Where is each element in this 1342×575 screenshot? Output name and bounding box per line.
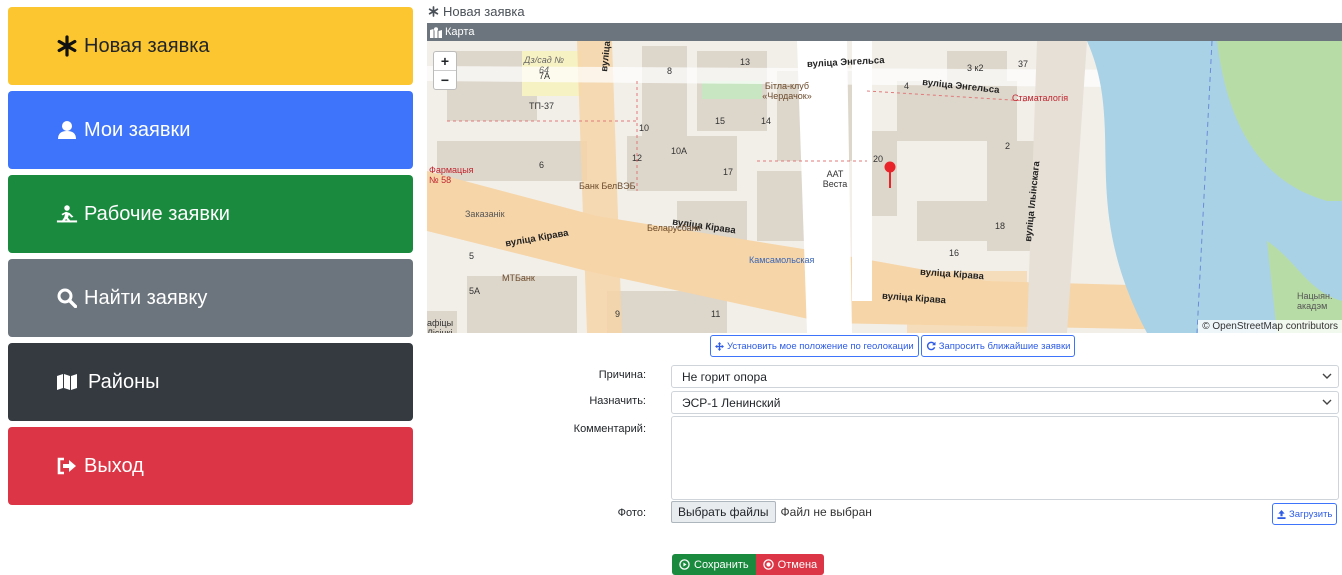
- page-title: Новая заявка: [428, 4, 525, 19]
- sidebar-item-logout[interactable]: Выход: [8, 427, 413, 505]
- comment-label: Комментарий:: [573, 423, 646, 435]
- chevron-down-icon: [1320, 369, 1334, 383]
- zoom-in-button[interactable]: +: [434, 52, 456, 70]
- reason-select[interactable]: Не горит опора: [671, 365, 1339, 388]
- user-icon: [56, 120, 78, 140]
- chevron-down-icon: [1320, 395, 1334, 409]
- search-icon: [56, 288, 78, 308]
- geolocate-button[interactable]: Установить мое положение по геолокации: [710, 335, 919, 357]
- photo-label: Фото:: [617, 507, 646, 519]
- sidebar-item-find-request[interactable]: Найти заявку: [8, 259, 413, 337]
- play-circle-icon: [679, 559, 690, 570]
- zoom-out-button[interactable]: −: [434, 70, 456, 89]
- sidebar-item-new-request[interactable]: Новая заявка: [8, 7, 413, 85]
- sidebar-item-label: Выход: [84, 454, 144, 477]
- map-icon: [56, 373, 78, 391]
- map-zoom-control: + −: [433, 51, 457, 90]
- arrows-icon: [715, 341, 724, 351]
- map-attribution[interactable]: © OpenStreetMap contributors: [1198, 320, 1342, 333]
- sidebar-item-label: Новая заявка: [84, 34, 210, 57]
- sidebar-item-label: Рабочие заявки: [84, 202, 230, 225]
- sign-out-icon: [56, 457, 78, 475]
- asterisk-icon: [56, 35, 78, 57]
- map-view[interactable]: вуліца Энгельса вуліца Энгельса вуліца К…: [427, 41, 1342, 333]
- upload-icon: [1277, 509, 1286, 519]
- upload-button[interactable]: Загрузить: [1272, 503, 1338, 525]
- sidebar-item-my-requests[interactable]: Мои заявки: [8, 91, 413, 169]
- choose-files-button[interactable]: Выбрать файлы: [671, 501, 776, 523]
- assign-select[interactable]: ЭСР-1 Ленинский: [671, 391, 1339, 414]
- nearby-requests-button[interactable]: Запросить ближайшие заявки: [920, 335, 1076, 357]
- form-actions: Сохранить Отмена: [672, 554, 825, 575]
- worker-icon: [56, 204, 78, 224]
- cancel-button[interactable]: Отмена: [755, 554, 825, 575]
- map-panel-header: Карта: [427, 23, 1342, 41]
- sidebar-item-districts[interactable]: Районы: [8, 343, 413, 421]
- photo-file-input[interactable]: Выбрать файлы Файл не выбран: [671, 501, 872, 523]
- map-marked-icon: [430, 26, 442, 38]
- sidebar-item-label: Мои заявки: [84, 118, 191, 141]
- save-button[interactable]: Сохранить: [672, 554, 756, 575]
- map-actions: Установить мое положение по геолокации З…: [710, 335, 1076, 357]
- sidebar-item-work-requests[interactable]: Рабочие заявки: [8, 175, 413, 253]
- comment-textarea[interactable]: [671, 416, 1339, 500]
- sidebar-item-label: Районы: [88, 370, 160, 393]
- stop-circle-icon: [762, 559, 774, 570]
- asterisk-icon: [428, 6, 439, 17]
- assign-label: Назначить:: [589, 395, 646, 407]
- reason-label: Причина:: [598, 369, 646, 381]
- file-status-text: Файл не выбран: [780, 505, 872, 519]
- sync-icon: [926, 341, 936, 351]
- sidebar: Новая заявка Мои заявки Рабочие заявки Н…: [8, 7, 413, 511]
- sidebar-item-label: Найти заявку: [84, 286, 208, 309]
